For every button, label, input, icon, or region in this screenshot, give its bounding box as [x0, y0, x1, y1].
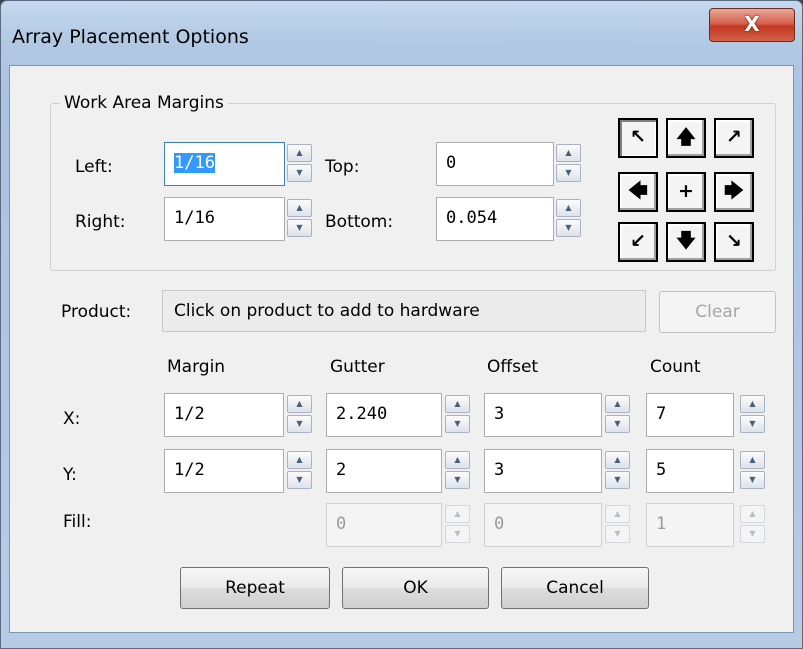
- arrow-up-icon: 🡅: [676, 126, 696, 148]
- header-offset: Offset: [487, 357, 539, 377]
- y-margin-field[interactable]: 1/2: [164, 449, 284, 493]
- spin-down-icon[interactable]: ▼: [556, 164, 581, 182]
- arrow-up-left-icon: ↖: [630, 126, 646, 148]
- dialog-title: Array Placement Options: [12, 26, 249, 48]
- bottom-margin-stepper[interactable]: ▲ ▼: [556, 199, 581, 237]
- ok-button[interactable]: OK: [342, 567, 489, 609]
- bottom-label: Bottom:: [325, 212, 394, 232]
- y-gutter-stepper[interactable]: ▲ ▼: [445, 451, 470, 489]
- fill-gutter-stepper[interactable]: ▲ ▼: [445, 505, 470, 543]
- spin-down-icon[interactable]: ▼: [287, 164, 312, 182]
- clear-button[interactable]: Clear: [659, 291, 776, 333]
- header-count: Count: [650, 357, 701, 377]
- align-top-left-button[interactable]: ↖: [618, 118, 658, 158]
- spin-down-icon[interactable]: ▼: [740, 415, 765, 433]
- x-label: X:: [63, 409, 81, 429]
- spin-up-icon[interactable]: ▲: [605, 395, 630, 413]
- spin-up-icon[interactable]: ▲: [287, 395, 312, 413]
- align-right-button[interactable]: 🡆: [714, 172, 754, 212]
- arrow-down-right-icon: ↘: [726, 230, 742, 252]
- spin-down-icon[interactable]: ▼: [605, 525, 630, 543]
- product-display: Click on product to add to hardware: [162, 290, 646, 332]
- fill-offset-stepper[interactable]: ▲ ▼: [605, 505, 630, 543]
- plus-center-icon: +: [678, 180, 694, 202]
- spin-down-icon[interactable]: ▼: [287, 415, 312, 433]
- fill-count-field[interactable]: 1: [646, 503, 734, 547]
- x-gutter-stepper[interactable]: ▲ ▼: [445, 395, 470, 433]
- spin-up-icon[interactable]: ▲: [287, 199, 312, 217]
- fill-offset-field[interactable]: 0: [484, 503, 602, 547]
- spin-up-icon[interactable]: ▲: [740, 451, 765, 469]
- spin-down-icon[interactable]: ▼: [740, 471, 765, 489]
- align-top-button[interactable]: 🡅: [666, 118, 706, 158]
- arrow-left-icon: 🡄: [628, 180, 648, 202]
- x-count-field[interactable]: 7: [646, 393, 734, 437]
- align-bottom-left-button[interactable]: ↙: [618, 222, 658, 262]
- y-offset-field[interactable]: 3: [484, 449, 602, 493]
- x-margin-field[interactable]: 1/2: [164, 393, 284, 437]
- spin-up-icon[interactable]: ▲: [445, 451, 470, 469]
- arrow-up-right-icon: ↗: [726, 126, 742, 148]
- work-area-margins-label: Work Area Margins: [60, 93, 228, 113]
- fill-label: Fill:: [63, 512, 92, 532]
- left-margin-field[interactable]: 1/16: [164, 142, 285, 186]
- y-offset-stepper[interactable]: ▲ ▼: [605, 451, 630, 489]
- spin-up-icon[interactable]: ▲: [740, 395, 765, 413]
- spin-up-icon[interactable]: ▲: [556, 199, 581, 217]
- x-offset-stepper[interactable]: ▲ ▼: [605, 395, 630, 433]
- cancel-button[interactable]: Cancel: [501, 567, 649, 609]
- spin-up-icon[interactable]: ▲: [740, 505, 765, 523]
- spin-down-icon[interactable]: ▼: [445, 525, 470, 543]
- left-label: Left:: [75, 157, 113, 177]
- spin-up-icon[interactable]: ▲: [445, 395, 470, 413]
- y-margin-stepper[interactable]: ▲ ▼: [287, 451, 312, 489]
- arrow-right-icon: 🡆: [724, 180, 744, 202]
- y-label: Y:: [63, 465, 77, 485]
- product-label: Product:: [61, 302, 132, 322]
- spin-down-icon[interactable]: ▼: [556, 219, 581, 237]
- fill-gutter-field[interactable]: 0: [326, 503, 442, 547]
- fill-count-stepper[interactable]: ▲ ▼: [740, 505, 765, 543]
- left-margin-value: 1/16: [174, 153, 215, 173]
- right-margin-field[interactable]: 1/16: [164, 197, 285, 241]
- spin-up-icon[interactable]: ▲: [287, 451, 312, 469]
- bottom-margin-field[interactable]: 0.054: [436, 197, 554, 241]
- align-center-button[interactable]: +: [666, 172, 706, 212]
- right-label: Right:: [75, 212, 126, 232]
- x-gutter-field[interactable]: 2.240: [326, 393, 442, 437]
- repeat-button[interactable]: Repeat: [180, 567, 330, 609]
- arrow-down-left-icon: ↙: [630, 230, 646, 252]
- spin-down-icon[interactable]: ▼: [445, 471, 470, 489]
- x-count-stepper[interactable]: ▲ ▼: [740, 395, 765, 433]
- spin-up-icon[interactable]: ▲: [605, 505, 630, 523]
- spin-up-icon[interactable]: ▲: [287, 144, 312, 162]
- align-bottom-button[interactable]: 🡇: [666, 222, 706, 262]
- spin-down-icon[interactable]: ▼: [287, 219, 312, 237]
- align-left-button[interactable]: 🡄: [618, 172, 658, 212]
- spin-down-icon[interactable]: ▼: [445, 415, 470, 433]
- right-margin-stepper[interactable]: ▲ ▼: [287, 199, 312, 237]
- x-margin-stepper[interactable]: ▲ ▼: [287, 395, 312, 433]
- spin-down-icon[interactable]: ▼: [740, 525, 765, 543]
- top-margin-field[interactable]: 0: [436, 142, 554, 186]
- y-count-stepper[interactable]: ▲ ▼: [740, 451, 765, 489]
- spin-down-icon[interactable]: ▼: [605, 471, 630, 489]
- header-gutter: Gutter: [330, 357, 385, 377]
- top-margin-stepper[interactable]: ▲ ▼: [556, 144, 581, 182]
- header-margin: Margin: [167, 357, 226, 377]
- align-bottom-right-button[interactable]: ↘: [714, 222, 754, 262]
- arrow-down-icon: 🡇: [676, 230, 696, 252]
- close-button[interactable]: X: [709, 8, 795, 42]
- y-gutter-field[interactable]: 2: [326, 449, 442, 493]
- y-count-field[interactable]: 5: [646, 449, 734, 493]
- left-margin-stepper[interactable]: ▲ ▼: [287, 144, 312, 182]
- spin-up-icon[interactable]: ▲: [556, 144, 581, 162]
- spin-up-icon[interactable]: ▲: [445, 505, 470, 523]
- x-offset-field[interactable]: 3: [484, 393, 602, 437]
- spin-down-icon[interactable]: ▼: [605, 415, 630, 433]
- top-label: Top:: [325, 157, 360, 177]
- spin-up-icon[interactable]: ▲: [605, 451, 630, 469]
- spin-down-icon[interactable]: ▼: [287, 471, 312, 489]
- align-top-right-button[interactable]: ↗: [714, 118, 754, 158]
